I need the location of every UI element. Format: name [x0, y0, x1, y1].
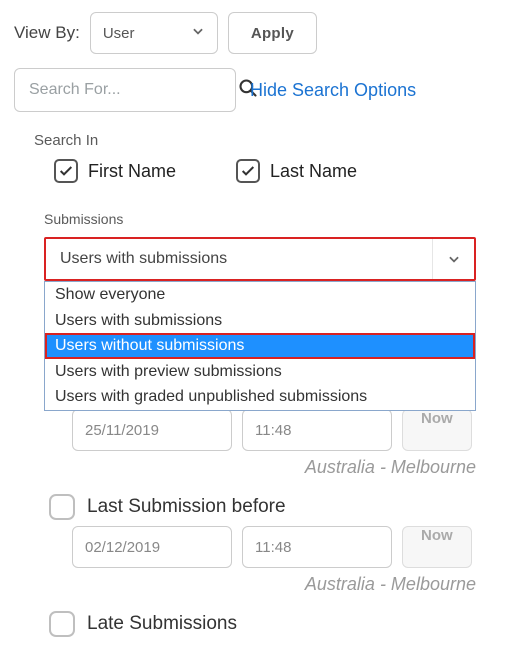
- late-submissions-label: Late Submissions: [87, 613, 237, 635]
- first-name-checkbox[interactable]: [54, 159, 78, 183]
- search-input-wrap[interactable]: [14, 68, 236, 112]
- submissions-option[interactable]: Users with submissions: [45, 308, 475, 334]
- last-name-label: Last Name: [270, 161, 357, 182]
- submissions-select[interactable]: Users with submissions: [44, 237, 476, 281]
- search-in-heading: Search In: [34, 132, 506, 149]
- view-by-select[interactable]: User: [90, 12, 218, 54]
- submissions-option[interactable]: Show everyone: [45, 282, 475, 308]
- submissions-option[interactable]: Users with preview submissions: [45, 359, 475, 385]
- after-timezone: Australia - Melbourne: [14, 457, 476, 478]
- before-date-input[interactable]: 02/12/2019: [72, 526, 232, 568]
- before-time-input[interactable]: 11:48: [242, 526, 392, 568]
- chevron-down-icon: [432, 239, 474, 279]
- last-submission-before-checkbox[interactable]: [49, 494, 75, 520]
- chevron-down-icon: [191, 24, 205, 42]
- last-submission-before-label: Last Submission before: [87, 496, 286, 518]
- apply-button[interactable]: Apply: [228, 12, 317, 54]
- first-name-label: First Name: [88, 161, 176, 182]
- after-date-input[interactable]: 25/11/2019: [72, 409, 232, 451]
- submissions-option[interactable]: Users without submissions: [45, 333, 475, 359]
- after-time-input[interactable]: 11:48: [242, 409, 392, 451]
- view-by-label: View By:: [14, 23, 80, 43]
- submissions-option[interactable]: Users with graded unpublished submission…: [45, 384, 475, 410]
- submissions-dropdown-list: Show everyoneUsers with submissionsUsers…: [44, 281, 476, 411]
- last-name-checkbox[interactable]: [236, 159, 260, 183]
- before-now-button[interactable]: Now: [402, 526, 472, 568]
- hide-search-options-link[interactable]: Hide Search Options: [250, 80, 416, 101]
- search-input[interactable]: [27, 80, 238, 100]
- view-by-value: User: [103, 25, 135, 42]
- late-submissions-checkbox[interactable]: [49, 611, 75, 637]
- before-timezone: Australia - Melbourne: [14, 574, 476, 595]
- submissions-select-value: Users with submissions: [60, 250, 227, 268]
- after-now-button[interactable]: Now: [402, 409, 472, 451]
- submissions-heading: Submissions: [44, 211, 506, 227]
